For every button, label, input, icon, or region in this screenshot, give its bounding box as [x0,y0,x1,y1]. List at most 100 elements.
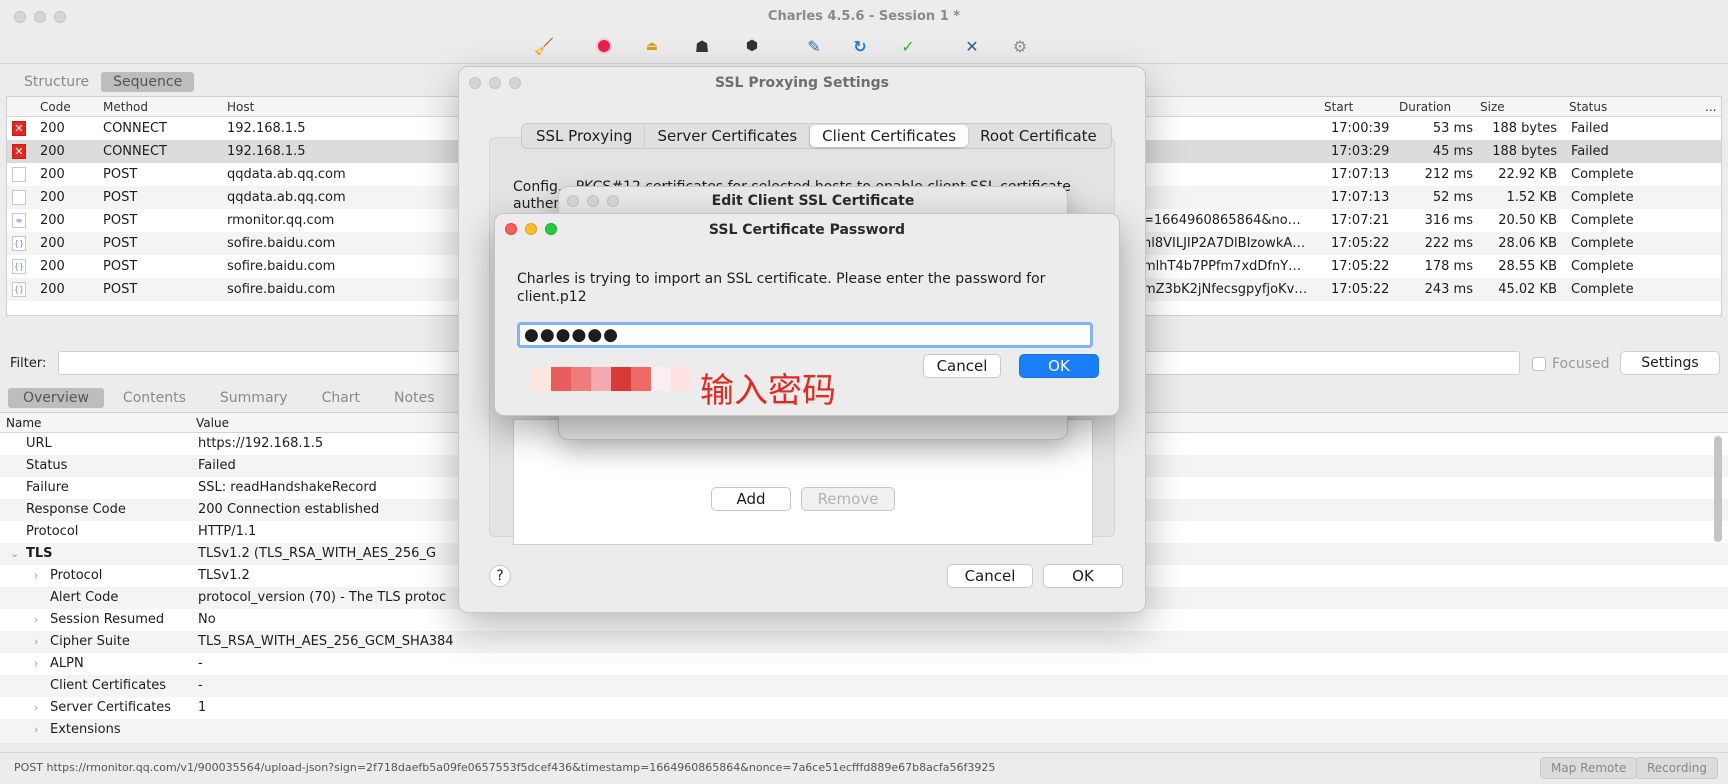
row-status: Failed [1571,121,1609,136]
tab-ssl-proxying[interactable]: SSL Proxying [524,125,646,147]
overview-row[interactable]: Client Certificates - [0,675,1728,697]
row-status: Complete [1571,236,1634,251]
overview-value: TLS_RSA_WITH_AES_256_GCM_SHA384 [198,634,454,649]
row-method: POST [103,190,138,205]
row-code: 200 [40,190,65,205]
row-start: 17:07:21 [1331,213,1390,228]
overview-name: Client Certificates [50,678,167,693]
throttle-icon[interactable]: ⏏ [640,34,664,58]
refresh-icon[interactable]: ↻ [848,34,872,58]
expand-chevron-icon[interactable]: ⌄ [10,547,19,560]
overview-value: No [198,612,216,627]
status-bar: POST https://rmonitor.qq.com/v1/90003556… [0,752,1728,784]
tab-server-certificates[interactable]: Server Certificates [645,125,811,147]
record-icon[interactable] [592,34,616,58]
overview-value: TLSv1.2 (TLS_RSA_WITH_AES_256_G [198,546,437,561]
col-more[interactable]: ... [1705,100,1716,114]
row-status: Complete [1571,282,1634,297]
tab-structure[interactable]: Structure [12,72,101,92]
overview-scrollbar[interactable] [1714,436,1722,542]
col-size[interactable]: Size [1480,100,1505,114]
row-size: 45.02 KB [1498,282,1557,297]
row-duration: 178 ms [1424,259,1473,274]
col-host[interactable]: Host [227,100,254,114]
tab-summary[interactable]: Summary [205,388,303,408]
overview-row[interactable]: › Extensions [0,719,1728,741]
overview-row[interactable]: › ALPN - [0,653,1728,675]
ssl-dialog-tabs: SSL Proxying Server Certificates Client … [521,123,1112,149]
help-button[interactable]: ? [489,565,511,587]
json-icon: {} [12,282,26,297]
remove-button[interactable]: Remove [801,487,895,511]
settings-button[interactable]: Settings [1620,351,1720,375]
ssl-ok-button[interactable]: OK [1043,564,1123,588]
col-status[interactable]: Status [1569,100,1607,114]
overview-value: HTTP/1.1 [198,524,257,539]
col-start[interactable]: Start [1324,100,1353,114]
doc-icon [12,167,26,182]
col-method[interactable]: Method [103,100,148,114]
focused-label: Focused [1552,356,1610,372]
row-method: CONNECT [103,121,167,136]
ssl-cancel-button[interactable]: Cancel [947,564,1033,588]
broom-icon[interactable]: 🧹 [532,34,556,58]
overview-name: TLS [26,546,53,561]
expand-chevron-icon[interactable]: › [34,701,38,714]
focused-checkbox-box[interactable] [1532,357,1546,371]
overview-row[interactable]: › Cipher Suite TLS_RSA_WITH_AES_256_GCM_SH… [0,631,1728,653]
recording-button[interactable]: Recording [1636,757,1719,779]
password-message-line2: client.p12 [517,289,587,305]
row-host: 192.168.1.5 [227,121,306,136]
status-url: POST https://rmonitor.qq.com/v1/90003556… [14,761,996,774]
overview-value: SSL: readHandshakeRecord [198,480,377,495]
tools-icon[interactable]: ✕ [960,34,984,58]
row-start: 17:05:22 [1331,259,1390,274]
col-code[interactable]: Code [40,100,71,114]
overview-name: URL [26,436,52,451]
password-cancel-button[interactable]: Cancel [923,354,1001,378]
row-size: 20.50 KB [1498,213,1557,228]
tab-sequence[interactable]: Sequence [101,72,195,92]
edit-dialog-title: Edit Client SSL Certificate [711,193,915,209]
row-path: mlhT4b7PPfm7xdDfnY… [1143,259,1302,274]
tab-contents[interactable]: Contents [108,388,201,408]
turtle-icon[interactable]: ☗ [690,34,714,58]
row-host: sofire.baidu.com [227,259,336,274]
tab-root-certificate[interactable]: Root Certificate [968,125,1109,147]
row-size: 28.06 KB [1498,236,1557,251]
expand-chevron-icon[interactable]: › [34,569,38,582]
password-ok-button[interactable]: OK [1019,354,1099,378]
col-value[interactable]: Value [196,416,229,430]
password-input[interactable]: ●●●●●● [517,322,1093,348]
tab-overview[interactable]: Overview [8,388,104,408]
row-method: POST [103,167,138,182]
window-title: Charles 4.5.6 - Session 1 * [767,9,961,24]
enter-password-annotation: 输入密码 [700,371,836,411]
row-duration: 52 ms [1432,190,1473,205]
row-method: POST [103,236,138,251]
tab-client-certificates[interactable]: Client Certificates [810,125,969,147]
overview-value: - [198,678,203,693]
overview-row[interactable]: › Server Certificates 1 [0,697,1728,719]
row-method: POST [103,282,138,297]
row-status: Failed [1571,144,1609,159]
overview-name: Protocol [26,524,79,539]
overview-value: TLSv1.2 [198,568,250,583]
hexagon-breakpoint-icon[interactable]: ⬢ [740,34,764,58]
expand-chevron-icon[interactable]: › [34,723,38,736]
expand-chevron-icon[interactable]: › [34,657,38,670]
tab-chart[interactable]: Chart [307,388,375,408]
focused-checkbox[interactable]: Focused [1532,356,1609,372]
expand-chevron-icon[interactable]: › [34,613,38,626]
pen-icon[interactable]: ✎ [802,34,826,58]
password-message-line1: Charles is trying to import an SSL certi… [517,271,1046,287]
expand-chevron-icon[interactable]: › [34,635,38,648]
check-icon[interactable]: ✓ [896,34,920,58]
col-name[interactable]: Name [6,416,41,430]
tab-notes[interactable]: Notes [379,388,449,408]
add-button[interactable]: Add [711,487,791,511]
gear-icon[interactable]: ⚙ [1008,34,1032,58]
map-remote-button[interactable]: Map Remote [1540,757,1638,779]
col-duration[interactable]: Duration [1399,100,1451,114]
row-code: 200 [40,213,65,228]
